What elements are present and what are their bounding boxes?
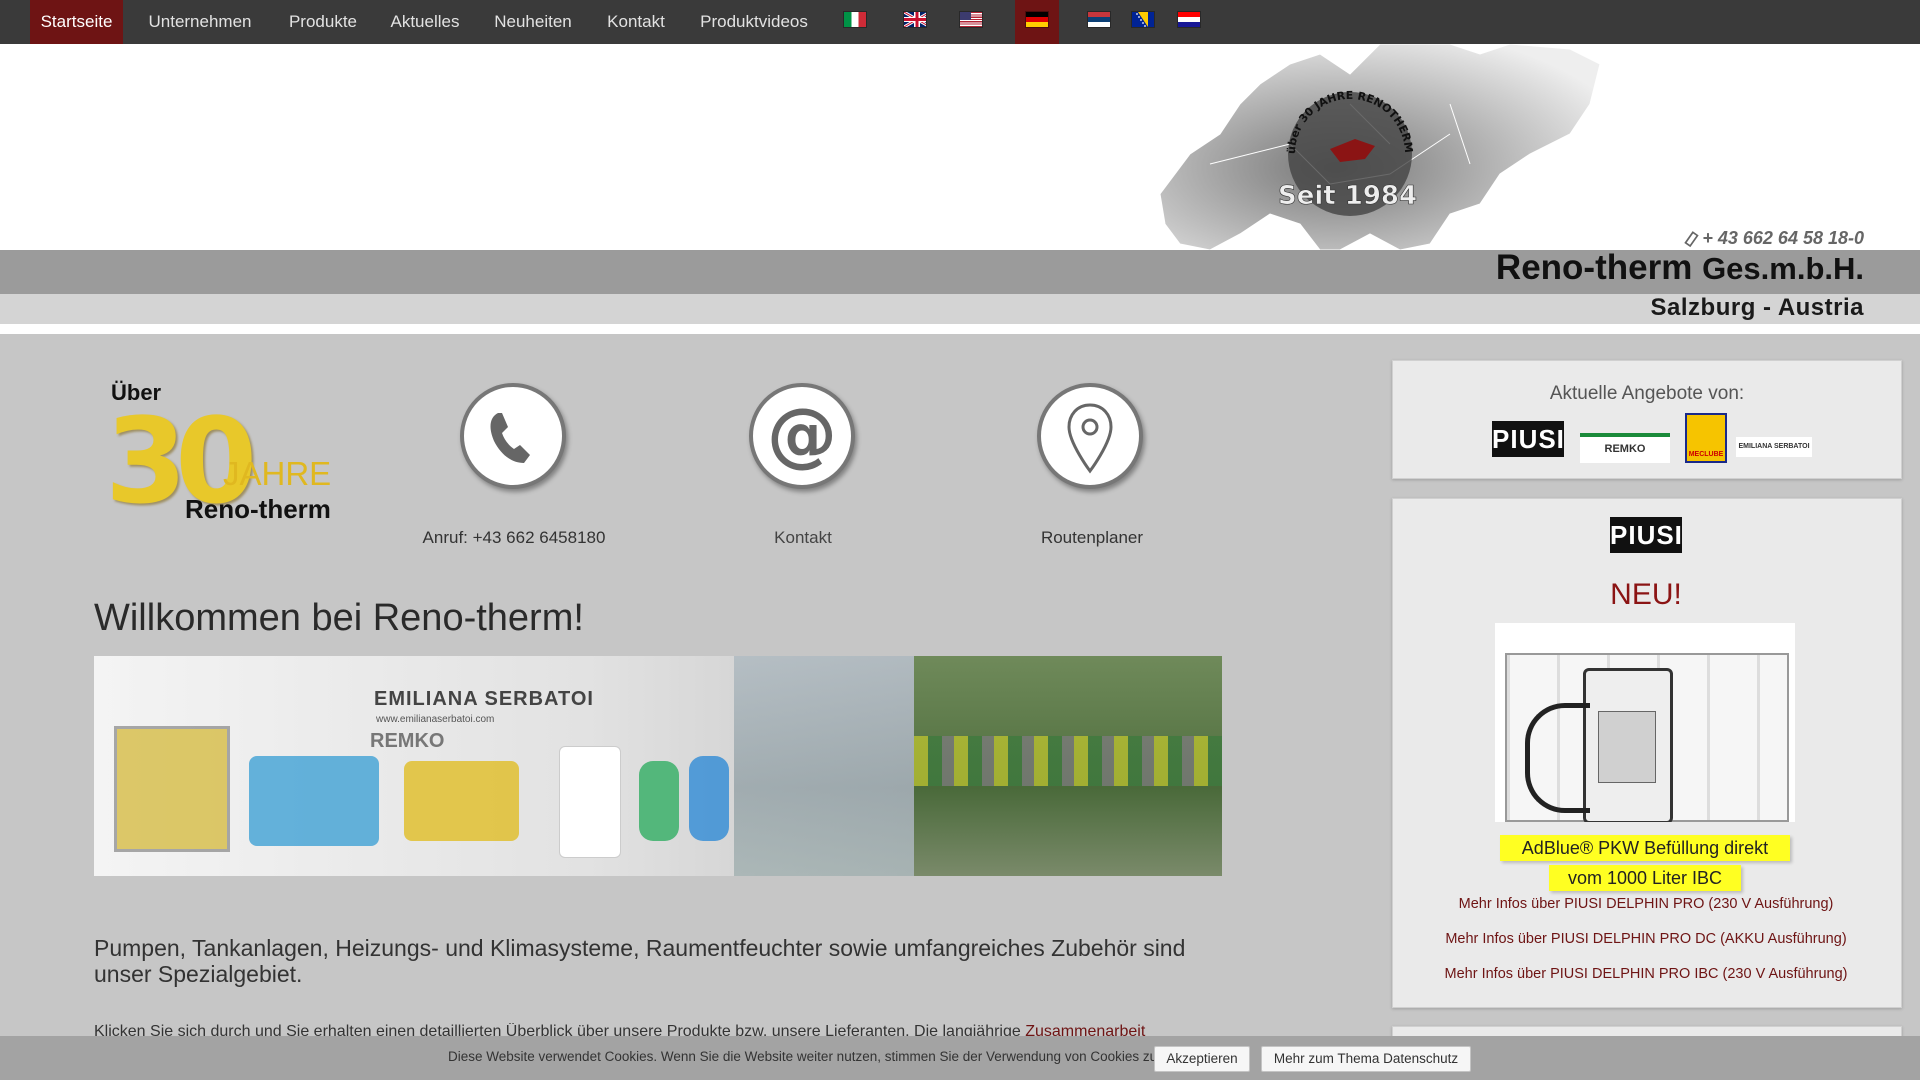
- company-name: Reno-therm Ges.m.b.H.: [1496, 248, 1864, 288]
- banner-air-conditioner: [559, 746, 621, 858]
- nav-item-aktuelles[interactable]: Aktuelles: [380, 0, 470, 44]
- piusi-logo-text: PIUSI: [1492, 424, 1565, 454]
- banner-yellow-tank-2: [404, 761, 519, 841]
- banner-brand-url: www.emilianaserbatoi.com: [376, 714, 495, 725]
- nav-item-neuheiten[interactable]: Neuheiten: [482, 0, 584, 44]
- top-navigation: Startseite Unternehmen Produkte Aktuelle…: [0, 0, 1920, 44]
- nav-item-kontakt[interactable]: Kontakt: [596, 0, 676, 44]
- cookie-text: Diese Website verwendet Cookies. Wenn Si…: [448, 1049, 1161, 1064]
- phone-circle-button[interactable]: [460, 383, 566, 489]
- header-light-bar: [0, 294, 1920, 324]
- emiliana-logo[interactable]: EMILIANA SERBATOI: [1736, 437, 1812, 457]
- site-header: über 30 JAHRE RENOTHERM Salzburg Seit 19…: [0, 44, 1920, 250]
- at-icon: @: [767, 393, 837, 475]
- cookie-accept-button[interactable]: Akzeptieren: [1154, 1046, 1250, 1072]
- location-pin-icon: [1067, 403, 1113, 474]
- info-link-delphin-pro-ibc[interactable]: Mehr Infos über PIUSI DELPHIN PRO IBC (2…: [1392, 966, 1900, 982]
- cookie-consent-bar: Diese Website verwendet Cookies. Wenn Si…: [0, 1036, 1920, 1080]
- info-link-delphin-pro[interactable]: Mehr Infos über PIUSI DELPHIN PRO (230 V…: [1392, 896, 1900, 912]
- nav-item-unternehmen[interactable]: Unternehmen: [135, 0, 265, 44]
- page-title: Willkommen bei Reno-therm!: [94, 597, 584, 639]
- route-circle-button[interactable]: [1037, 383, 1143, 489]
- remko-logo-text: REMKO: [1604, 443, 1646, 455]
- europe-map-image: über 30 JAHRE RENOTHERM Salzburg Seit 19…: [1150, 44, 1601, 250]
- dispenser-panel: [1598, 711, 1656, 783]
- header-phone: ▯ + 43 662 64 58 18-0: [1683, 227, 1864, 249]
- nav-item-startseite[interactable]: Startseite: [30, 0, 123, 44]
- banner-blue-tank: [249, 756, 379, 846]
- offers-box: Aktuelle Angebote von: PIUSI REMKO MECLU…: [1392, 360, 1902, 479]
- germany-flag-icon[interactable]: [1026, 12, 1048, 27]
- lead-text: Pumpen, Tankanlagen, Heizungs- und Klima…: [94, 935, 1186, 987]
- offers-title: Aktuelle Angebote von:: [1549, 383, 1745, 404]
- phone-icon: [490, 413, 530, 463]
- emiliana-logo-text: EMILIANA SERBATOI: [1738, 443, 1810, 450]
- badge-jahre: JAHRE: [223, 455, 332, 492]
- company-name-main: Reno-therm: [1495, 248, 1693, 287]
- nav-item-produktvideos[interactable]: Produktvideos: [688, 0, 820, 44]
- mobile-phone-icon: ▯: [1682, 227, 1703, 250]
- header-divider: [0, 324, 1920, 334]
- banner-building: [734, 656, 914, 876]
- promo-piusi-logo: PIUSI: [1610, 517, 1682, 553]
- promo-highlight-line1: AdBlue® PKW Befüllung direkt: [1500, 835, 1790, 861]
- privacy-info-button[interactable]: Mehr zum Thema Datenschutz: [1261, 1046, 1471, 1072]
- croatia-flag-icon[interactable]: [1178, 12, 1200, 27]
- serbia-flag-icon[interactable]: [1088, 12, 1110, 27]
- banner-blue-sprayer: [689, 756, 729, 841]
- company-name-suffix: Ges.m.b.H.: [1702, 251, 1864, 286]
- meclube-logo-text: MECLUBE: [1688, 451, 1724, 458]
- map-since-text: Seit 1984: [1278, 181, 1417, 211]
- usa-flag-icon[interactable]: [960, 12, 982, 27]
- promo-highlight-line2: vom 1000 Liter IBC: [1549, 865, 1741, 891]
- badge-name: Reno-therm: [185, 494, 331, 524]
- company-location: Salzburg - Austria: [1650, 294, 1864, 321]
- dispenser-hose: [1525, 703, 1590, 813]
- piusi-logo[interactable]: PIUSI: [1492, 421, 1564, 457]
- banner-brand-remko: REMKO: [370, 730, 445, 752]
- banner-tank-rows: [914, 736, 1222, 786]
- banner-tank-yard-photo: [914, 656, 1222, 876]
- banner-brand-emiliana: EMILIANA SERBATOI: [374, 688, 594, 710]
- delphin-pro-product-image[interactable]: [1495, 623, 1795, 822]
- info-link-delphin-pro-dc[interactable]: Mehr Infos über PIUSI DELPHIN PRO DC (AK…: [1392, 931, 1900, 947]
- banner-green-tank: [639, 761, 679, 841]
- contact-link-label[interactable]: Kontakt: [703, 528, 903, 548]
- phone-link-label[interactable]: Anruf: +43 662 6458180: [414, 528, 614, 548]
- promo-new-heading: NEU!: [1610, 578, 1682, 611]
- contact-circle-button[interactable]: @: [749, 383, 855, 489]
- bosnia-flag-icon[interactable]: [1132, 12, 1154, 27]
- product-banner-image: EMILIANA SERBATOI www.emilianaserbatoi.c…: [94, 656, 1222, 876]
- header-phone-number: + 43 662 64 58 18-0: [1702, 228, 1864, 248]
- dispenser-unit: [1583, 668, 1673, 822]
- uk-flag-icon[interactable]: [904, 12, 926, 27]
- nav-item-produkte[interactable]: Produkte: [278, 0, 368, 44]
- promo-piusi-logo-text: PIUSI: [1610, 520, 1683, 550]
- usa-flag-canton: [960, 12, 971, 20]
- italy-flag-icon[interactable]: [844, 12, 866, 27]
- thirty-years-badge: Über 30 JAHRE Reno-therm: [105, 380, 345, 540]
- banner-yellow-tank: [114, 726, 230, 852]
- meclube-logo[interactable]: MECLUBE: [1685, 413, 1727, 463]
- remko-logo[interactable]: REMKO: [1580, 433, 1670, 463]
- route-link-label[interactable]: Routenplaner: [992, 528, 1192, 548]
